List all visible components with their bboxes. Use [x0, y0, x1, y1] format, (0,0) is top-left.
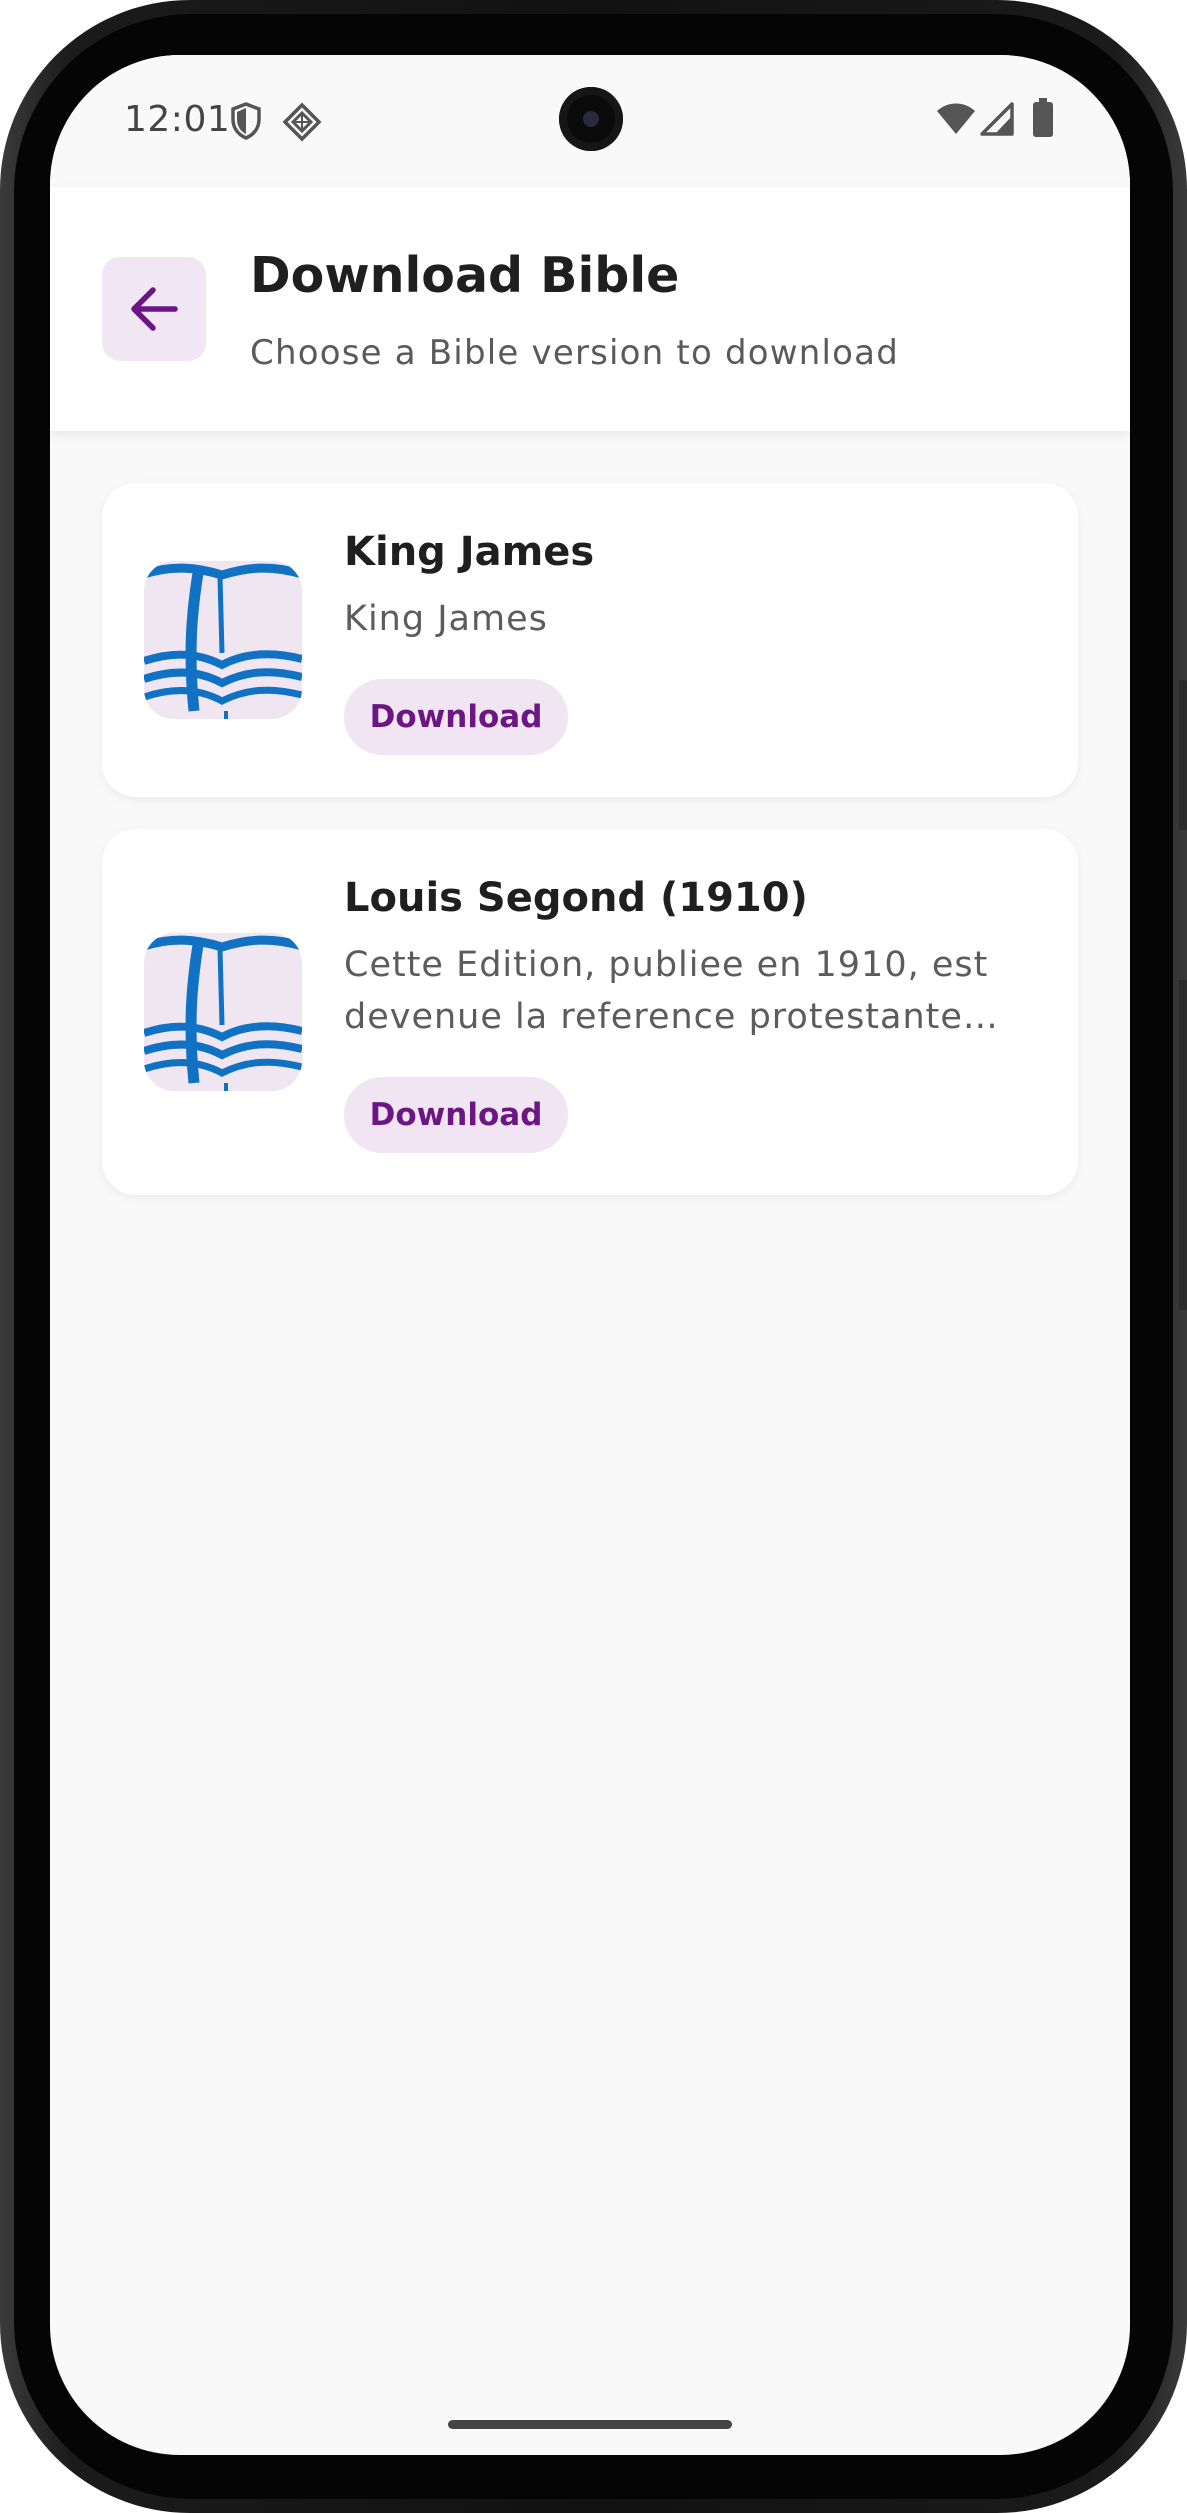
download-button[interactable]: Download: [344, 1077, 568, 1153]
download-button[interactable]: Download: [344, 679, 568, 755]
front-camera: [559, 87, 623, 151]
power-button: [1179, 980, 1187, 1310]
bible-title: King James: [344, 529, 595, 575]
volume-button: [1179, 680, 1187, 830]
shield-icon: [231, 102, 261, 140]
bible-description: King James: [344, 599, 548, 639]
bible-description: Cette Edition, publiee en 1910, est deve…: [344, 945, 989, 1037]
status-bar: 12:01: [50, 55, 1130, 187]
bible-title: Louis Segond (1910): [344, 875, 808, 921]
open-bible-icon: [144, 561, 302, 719]
bible-list: King James King James Download Louis Seg…: [102, 483, 1078, 1227]
status-time: 12:01: [124, 99, 231, 140]
bible-card-king-james[interactable]: King James King James Download: [102, 483, 1078, 797]
bible-card-louis-segond[interactable]: Louis Segond (1910) Cette Edition, publi…: [102, 829, 1078, 1195]
phone-frame: 12:01 Download Bible Choose a Bible vers…: [0, 0, 1187, 2513]
app-header: Download Bible Choose a Bible version to…: [50, 187, 1130, 431]
screen: 12:01 Download Bible Choose a Bible vers…: [50, 55, 1130, 2455]
cellular-signal-icon: [980, 102, 1014, 136]
page-subtitle: Choose a Bible version to download: [250, 333, 899, 373]
open-bible-icon: [144, 933, 302, 1091]
page-title: Download Bible: [250, 247, 680, 304]
back-button[interactable]: [102, 257, 206, 361]
vpn-diamond-icon: [282, 102, 322, 142]
gesture-nav-bar[interactable]: [448, 2420, 732, 2429]
wifi-icon: [937, 103, 975, 134]
arrow-left-icon: [131, 287, 178, 331]
battery-icon: [1033, 98, 1053, 137]
